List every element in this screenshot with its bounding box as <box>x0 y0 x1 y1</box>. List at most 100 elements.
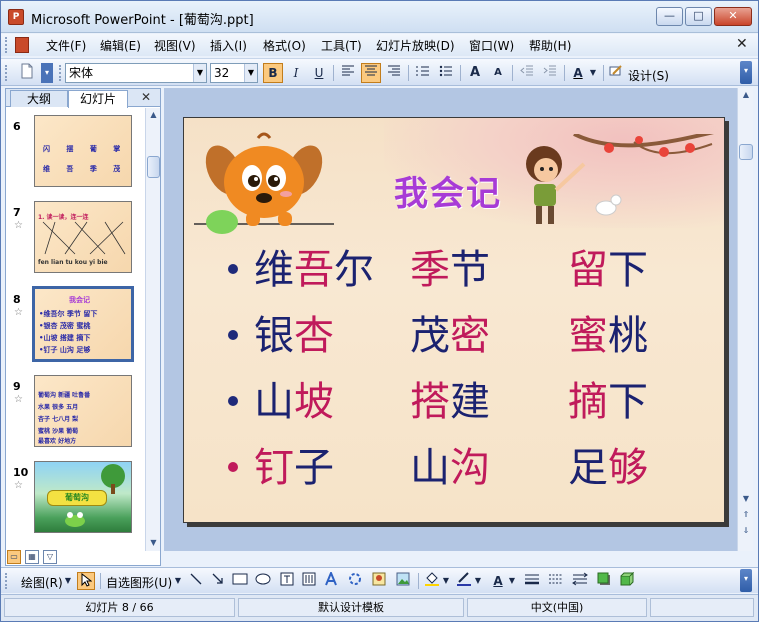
arrow-style-icon[interactable] <box>571 572 589 590</box>
slide-thumbnail-10[interactable]: 葡萄沟 <box>34 461 132 533</box>
italic-button[interactable]: I <box>286 63 306 83</box>
toolbar-overflow-icon[interactable]: ▾ <box>740 569 752 592</box>
slide-thumbnail-7[interactable]: 1. 读一读，连一连 fen lian tu kou yi bie <box>34 201 132 273</box>
align-right-icon[interactable] <box>384 63 404 83</box>
toolbar-grip[interactable] <box>5 65 8 81</box>
decrease-indent-icon[interactable] <box>517 63 537 83</box>
diagram-icon[interactable] <box>346 572 364 590</box>
scrollbar-thumb[interactable] <box>147 156 160 178</box>
title-bar: P Microsoft PowerPoint - [葡萄沟.ppt] — □ ✕ <box>1 1 758 33</box>
slide-title[interactable]: 我会记 <box>394 166 502 215</box>
rectangle-tool-icon[interactable] <box>231 572 249 590</box>
minimize-button[interactable]: — <box>656 7 683 26</box>
normal-view-icon[interactable]: ▭ <box>7 550 21 564</box>
thumbnail-text: 水果 很多 五月 <box>38 404 79 411</box>
line-tool-icon[interactable] <box>187 572 205 590</box>
align-center-icon[interactable] <box>361 63 381 83</box>
3d-style-icon[interactable] <box>618 571 636 590</box>
menu-file[interactable]: 文件(F) <box>46 37 86 54</box>
thumbnail-scrollbar[interactable]: ▲ ▼ <box>145 108 160 551</box>
scroll-up-icon[interactable]: ▲ <box>147 108 160 122</box>
bold-button[interactable]: B <box>263 63 283 83</box>
close-button[interactable]: ✕ <box>714 7 752 26</box>
slide-thumbnail-8[interactable]: 我会记 •维吾尔 季节 留下 •银杏 茂密 蜜桃 •山坡 搭建 摘下 •钉子 山… <box>32 286 134 362</box>
autoshapes-menu-button[interactable]: 自选图形(U) <box>106 574 172 591</box>
menu-view[interactable]: 视图(V) <box>154 37 196 54</box>
font-color-icon[interactable]: A <box>568 63 588 83</box>
design-button[interactable]: 设计(S) <box>628 67 669 84</box>
select-pointer-icon[interactable] <box>77 572 95 590</box>
scroll-down-icon[interactable]: ▼ <box>739 492 753 506</box>
oval-tool-icon[interactable] <box>254 572 272 590</box>
next-slide-icon[interactable]: ⇓ <box>739 524 753 538</box>
slide-scrollbar[interactable]: ▲ ▼ ⇑ ⇓ <box>737 88 753 551</box>
wordart-icon[interactable] <box>322 570 340 590</box>
draw-font-color-icon[interactable]: A <box>489 572 507 590</box>
toolbar-separator <box>603 65 604 81</box>
slide-number: 10 <box>13 466 29 479</box>
chevron-down-icon[interactable]: ▼ <box>588 63 598 83</box>
drawing-toolbar: 绘图(R) ▼ 自选图形(U) ▼ ▼ ▼ A ▼ ▾ <box>1 567 758 593</box>
shadow-style-icon[interactable] <box>595 572 613 590</box>
align-left-icon[interactable] <box>338 63 358 83</box>
font-size-select[interactable]: 32 ▼ <box>210 63 258 83</box>
shrink-font-icon[interactable]: A <box>488 63 508 83</box>
pane-close-icon[interactable]: ✕ <box>141 90 151 104</box>
dash-style-icon[interactable] <box>547 572 565 590</box>
tab-outline[interactable]: 大纲 <box>10 90 68 107</box>
clipart-icon[interactable] <box>370 572 388 590</box>
menu-format[interactable]: 格式(O) <box>263 37 306 54</box>
chevron-down-icon[interactable]: ▼ <box>63 572 73 590</box>
chevron-down-icon[interactable]: ▼ <box>193 64 206 82</box>
toolbar-options-icon[interactable]: ▾ <box>41 63 53 83</box>
draw-menu-button[interactable]: 绘图(R) <box>21 574 63 591</box>
new-document-icon[interactable] <box>17 63 37 83</box>
document-icon[interactable] <box>15 37 29 53</box>
powerpoint-app-icon[interactable]: P <box>8 9 24 25</box>
menu-slideshow[interactable]: 幻灯片放映(D) <box>376 37 455 54</box>
numbered-list-icon[interactable] <box>413 63 433 83</box>
menu-window[interactable]: 窗口(W) <box>469 37 514 54</box>
menu-grip[interactable] <box>5 37 9 53</box>
arrow-tool-icon[interactable] <box>209 572 227 590</box>
toolbar-separator <box>100 573 101 589</box>
toolbar-grip[interactable] <box>5 573 8 589</box>
scroll-down-icon[interactable]: ▼ <box>147 536 160 550</box>
textbox-tool-icon[interactable] <box>278 572 296 590</box>
line-color-icon[interactable] <box>455 572 473 590</box>
font-name-select[interactable]: 宋体 ▼ <box>65 63 207 83</box>
chevron-down-icon[interactable]: ▼ <box>441 572 451 590</box>
word-character: 沟 <box>450 445 490 491</box>
underline-button[interactable]: U <box>309 63 329 83</box>
current-slide[interactable]: 我会记 维吾尔 季节 留下 银杏 茂密 蜜桃 山坡 搭建 摘下 钉子 山沟 足够 <box>183 117 725 523</box>
vertical-textbox-icon[interactable] <box>300 572 318 590</box>
chevron-down-icon[interactable]: ▼ <box>244 64 257 82</box>
maximize-button[interactable]: □ <box>685 7 712 26</box>
picture-icon[interactable] <box>394 572 412 590</box>
slide-sorter-view-icon[interactable]: ▦ <box>25 550 39 564</box>
chevron-down-icon[interactable]: ▼ <box>173 572 183 590</box>
fill-color-icon[interactable] <box>423 572 441 590</box>
chevron-down-icon[interactable]: ▼ <box>473 572 483 590</box>
chevron-down-icon[interactable]: ▼ <box>507 572 517 590</box>
scrollbar-thumb[interactable] <box>739 144 753 160</box>
tab-slides[interactable]: 幻灯片 <box>68 90 128 108</box>
slide-thumbnail-6[interactable]: 闪 摆 葡 掌 浪 维 吾 季 茂 节 <box>34 115 132 187</box>
slide-thumbnail-9[interactable]: 葡萄沟 新疆 吐鲁番 水果 很多 五月 杏子 七八月 梨 蜜桃 沙果 葡萄 最喜… <box>34 375 132 447</box>
menu-tools[interactable]: 工具(T) <box>321 37 362 54</box>
scroll-up-icon[interactable]: ▲ <box>739 88 753 102</box>
toolbar-overflow-icon[interactable]: ▾ <box>740 61 752 84</box>
menu-edit[interactable]: 编辑(E) <box>100 37 141 54</box>
tree-icon <box>101 464 125 494</box>
toolbar-grip-2[interactable] <box>59 65 62 81</box>
previous-slide-icon[interactable]: ⇑ <box>739 508 753 522</box>
document-close-icon[interactable]: ✕ <box>736 36 748 52</box>
menu-insert[interactable]: 插入(I) <box>210 37 247 54</box>
menu-help[interactable]: 帮助(H) <box>529 37 571 54</box>
line-style-icon[interactable] <box>523 572 541 590</box>
grow-font-icon[interactable]: A <box>465 63 485 83</box>
bullet-list-icon[interactable] <box>436 63 456 83</box>
increase-indent-icon[interactable] <box>540 63 560 83</box>
design-icon[interactable] <box>608 63 624 83</box>
slideshow-view-icon[interactable]: ▽ <box>43 550 57 564</box>
